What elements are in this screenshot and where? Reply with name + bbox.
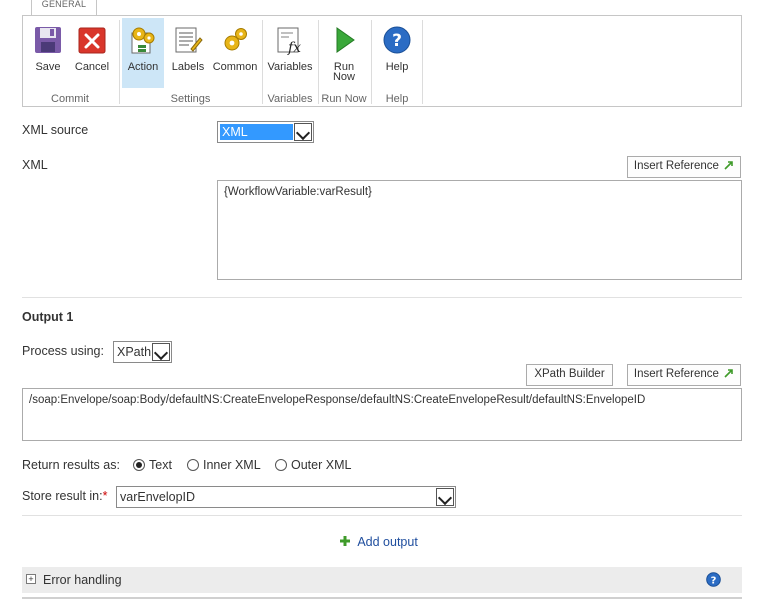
ribbon-separator bbox=[318, 20, 319, 104]
store-result-label-text: Store result in: bbox=[22, 489, 103, 503]
insert-reference-button[interactable]: Insert Reference bbox=[627, 364, 741, 386]
help-icon[interactable]: ? bbox=[706, 572, 721, 587]
ribbon-separator bbox=[119, 20, 120, 104]
chevron-down-icon bbox=[294, 123, 312, 141]
store-result-select[interactable]: varEnvelopID bbox=[116, 486, 456, 508]
return-results-label: Return results as: bbox=[22, 458, 120, 472]
save-label: Save bbox=[35, 61, 61, 73]
labels-icon bbox=[175, 27, 203, 53]
group-label-variables: Variables bbox=[267, 93, 313, 105]
radio-outer-xml-label: Outer XML bbox=[291, 458, 352, 472]
error-handling-section[interactable]: + Error handling ? bbox=[22, 567, 742, 593]
labels-button[interactable]: Labels bbox=[167, 18, 209, 88]
variables-icon: fx bbox=[277, 27, 301, 55]
ribbon-separator bbox=[422, 20, 423, 104]
error-handling-label: Error handling bbox=[43, 573, 122, 587]
insert-arrow-icon bbox=[724, 369, 733, 378]
chevron-down-icon bbox=[152, 343, 170, 361]
common-label: Common bbox=[212, 61, 258, 73]
ribbon-separator bbox=[371, 20, 372, 104]
radio-outer-xml[interactable] bbox=[275, 459, 287, 471]
cancel-label: Cancel bbox=[74, 61, 110, 73]
add-output-label: Add output bbox=[357, 535, 418, 549]
common-icon bbox=[224, 28, 247, 51]
xml-source-label: XML source bbox=[22, 123, 89, 137]
cancel-icon bbox=[78, 27, 106, 54]
expand-icon[interactable]: + bbox=[26, 574, 36, 584]
output-title: Output 1 bbox=[22, 310, 74, 324]
chevron-down-icon bbox=[436, 488, 454, 506]
svg-text:fx: fx bbox=[287, 40, 301, 55]
xml-label: XML bbox=[22, 158, 48, 172]
help-label: Help bbox=[385, 61, 409, 73]
radio-inner-xml-label: Inner XML bbox=[203, 458, 261, 472]
process-using-value: XPath bbox=[117, 345, 152, 359]
add-output-link[interactable]: Add output bbox=[339, 535, 418, 553]
action-button[interactable]: Action bbox=[122, 18, 164, 88]
xml-textarea-value: {WorkflowVariable:varResult} bbox=[224, 186, 372, 198]
svg-text:?: ? bbox=[392, 31, 402, 51]
group-label-settings: Settings bbox=[170, 93, 211, 105]
store-result-value: varEnvelopID bbox=[120, 490, 196, 504]
bottom-border bbox=[22, 597, 742, 599]
radio-inner-xml[interactable] bbox=[187, 459, 199, 471]
xpath-builder-label: XPath Builder bbox=[534, 368, 605, 380]
run-now-label: Run Now bbox=[321, 62, 367, 83]
variables-button[interactable]: fx Variables bbox=[266, 18, 314, 88]
action-icon bbox=[131, 27, 155, 54]
play-icon bbox=[336, 27, 355, 53]
xml-source-select[interactable]: XML bbox=[217, 121, 314, 143]
svg-text:?: ? bbox=[711, 576, 717, 587]
run-now-label-line-2: Now bbox=[332, 71, 355, 83]
radio-text[interactable] bbox=[133, 459, 145, 471]
save-button[interactable]: Save bbox=[27, 18, 69, 88]
group-label-commit: Commit bbox=[51, 93, 89, 105]
tab-general[interactable]: GENERAL bbox=[31, 0, 97, 16]
save-icon bbox=[35, 27, 61, 53]
insert-reference-button[interactable]: Insert Reference bbox=[627, 156, 741, 178]
divider bbox=[22, 297, 742, 298]
store-result-label: Store result in:* bbox=[22, 489, 107, 503]
xpath-builder-button[interactable]: XPath Builder bbox=[526, 364, 613, 386]
required-mark: * bbox=[102, 489, 108, 503]
xpath-textarea-value: /soap:Envelope/soap:Body/defaultNS:Creat… bbox=[29, 394, 646, 406]
process-using-select[interactable]: XPath bbox=[113, 341, 172, 363]
process-using-label: Process using: bbox=[22, 344, 104, 358]
help-button[interactable]: ? Help bbox=[375, 18, 419, 88]
ribbon: Save Cancel Commit Action Labels Common … bbox=[22, 15, 742, 107]
labels-label: Labels bbox=[171, 61, 205, 73]
common-button[interactable]: Common bbox=[211, 18, 259, 88]
xml-textarea[interactable]: {WorkflowVariable:varResult} bbox=[217, 180, 742, 280]
ribbon-separator bbox=[262, 20, 263, 104]
xpath-textarea[interactable]: /soap:Envelope/soap:Body/defaultNS:Creat… bbox=[22, 388, 742, 441]
cancel-button[interactable]: Cancel bbox=[71, 18, 113, 88]
help-icon: ? bbox=[383, 26, 411, 54]
insert-arrow-icon bbox=[724, 161, 733, 170]
insert-reference-label: Insert Reference bbox=[633, 160, 719, 172]
variables-label: Variables bbox=[267, 61, 313, 73]
divider bbox=[22, 515, 742, 516]
plus-icon bbox=[340, 536, 350, 546]
radio-text-label: Text bbox=[149, 458, 172, 472]
run-now-button[interactable]: Run Now bbox=[321, 18, 367, 88]
action-label: Action bbox=[127, 61, 159, 73]
group-label-run-now: Run Now bbox=[321, 93, 367, 105]
xml-source-selected-value: XML bbox=[220, 124, 293, 140]
group-label-help: Help bbox=[385, 93, 409, 105]
insert-reference-label: Insert Reference bbox=[633, 368, 719, 380]
